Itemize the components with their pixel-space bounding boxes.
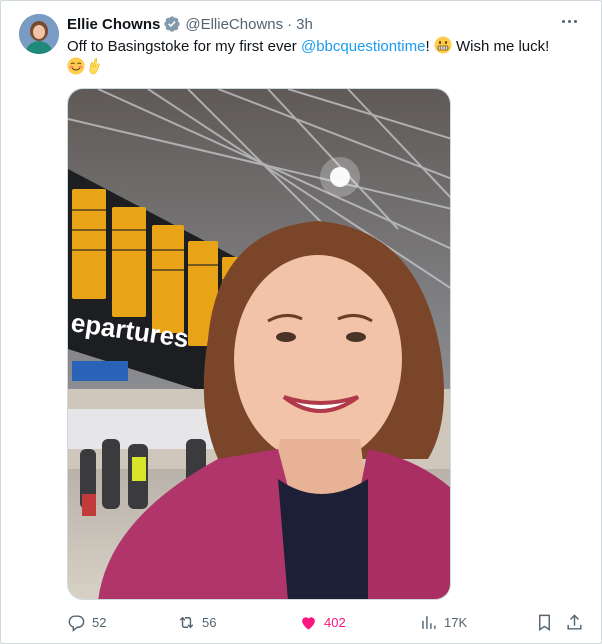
like-button[interactable]: 402: [299, 609, 346, 635]
reply-count: 52: [92, 614, 107, 630]
share-button[interactable]: [565, 609, 584, 635]
more-icon[interactable]: [557, 9, 581, 33]
reply-icon: [68, 614, 85, 632]
tweet-text: Off to Basingstoke for my first ever @bb…: [67, 36, 577, 78]
tweet-card[interactable]: Ellie Chowns @EllieChowns · 3h Off to Ba…: [0, 0, 602, 644]
retweet-count: 56: [202, 614, 217, 630]
author-handle[interactable]: @EllieChowns: [185, 16, 283, 33]
avatar[interactable]: [19, 14, 59, 54]
smiling-blush-emoji: [67, 57, 85, 75]
retweet-button[interactable]: 56: [177, 609, 216, 635]
bookmark-button[interactable]: [535, 609, 554, 635]
heart-icon: [302, 616, 315, 630]
views-button[interactable]: 17K: [419, 609, 467, 635]
tweet-header: Ellie Chowns @EllieChowns · 3h: [67, 13, 581, 35]
views-count: 17K: [444, 614, 468, 630]
mention-link[interactable]: @bbcquestiontime: [301, 38, 425, 55]
author-name[interactable]: Ellie Chowns: [67, 16, 160, 33]
grimacing-emoji: [434, 36, 452, 54]
views-icon: [422, 615, 436, 629]
tweet-text-part: Off to Basingstoke for my first ever: [67, 38, 301, 55]
tweet-photo[interactable]: epartures: [67, 88, 451, 600]
selfie-photo: epartures: [68, 89, 450, 599]
timestamp[interactable]: 3h: [296, 16, 313, 33]
avatar-image: [19, 14, 59, 54]
separator-dot: ·: [287, 15, 293, 33]
tweet-text-part: !: [425, 38, 434, 55]
action-bar: 52 56 402 17K: [67, 609, 587, 635]
retweet-icon: [179, 616, 194, 628]
reply-button[interactable]: 52: [67, 609, 106, 635]
share-icon: [567, 613, 582, 630]
verified-badge-icon: [164, 16, 181, 32]
tweet-text-part: Wish me luck!: [451, 38, 550, 55]
like-count: 402: [324, 614, 346, 630]
bookmark-icon: [539, 614, 550, 631]
crossed-fingers-emoji: [89, 58, 100, 75]
